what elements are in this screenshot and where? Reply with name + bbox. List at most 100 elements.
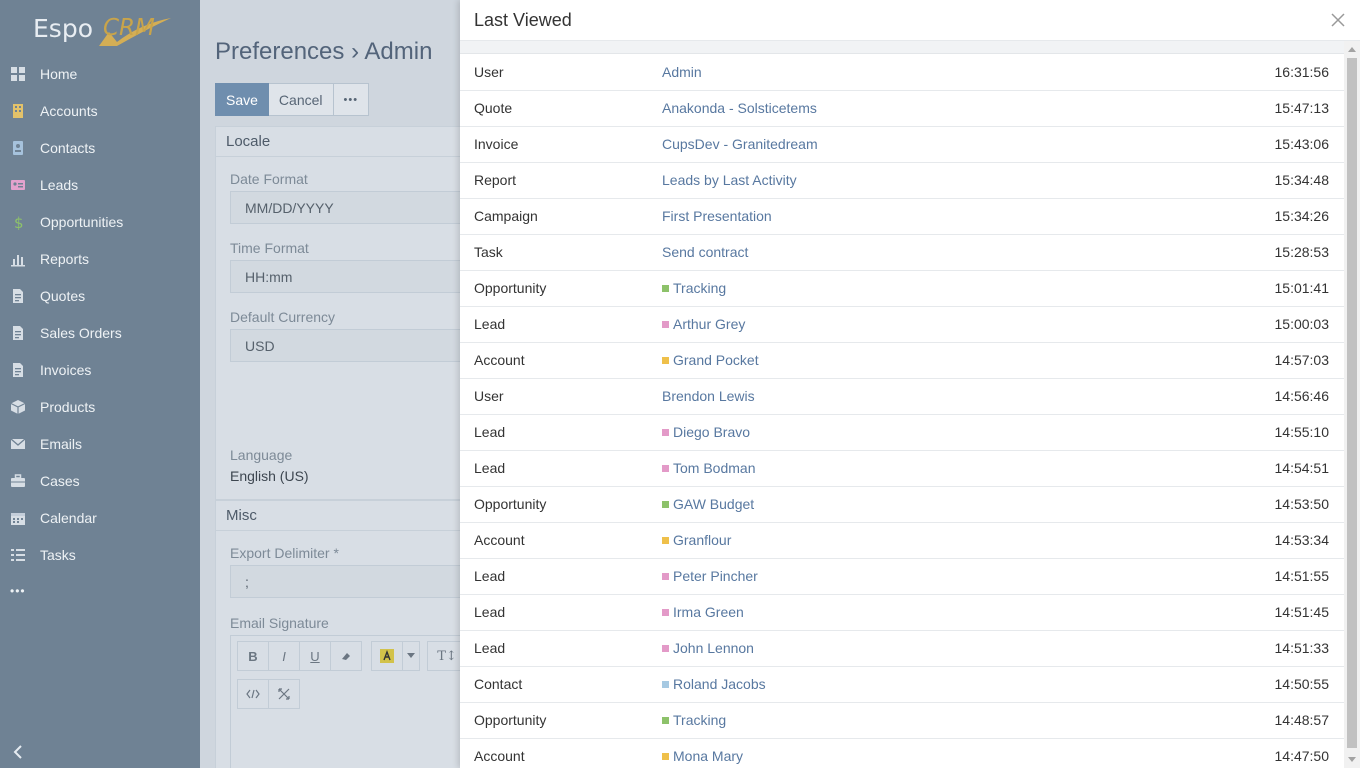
sidebar-item-tasks[interactable]: Tasks xyxy=(0,536,200,573)
list-item: Opportunity Tracking 15:01:41 xyxy=(460,271,1344,307)
list-item: Quote Anakonda - Solsticetems 15:47:13 xyxy=(460,91,1344,127)
color-square-icon xyxy=(662,536,669,544)
envelope-icon xyxy=(10,436,26,452)
record-name: Tracking xyxy=(673,712,727,728)
entity-type: Opportunity xyxy=(474,280,547,296)
modal-scrollbar[interactable] xyxy=(1344,41,1360,768)
viewed-time: 14:54:51 xyxy=(1274,460,1330,476)
viewed-time: 15:47:13 xyxy=(1274,100,1330,116)
scroll-up-arrow-icon[interactable] xyxy=(1348,47,1356,52)
entity-type: Account xyxy=(474,352,525,368)
record-link[interactable]: Brendon Lewis xyxy=(662,388,755,404)
close-icon[interactable] xyxy=(1330,12,1346,28)
record-link[interactable]: Mona Mary xyxy=(662,748,743,764)
record-name: Arthur Grey xyxy=(673,316,746,332)
list-item: Report Leads by Last Activity 15:34:48 xyxy=(460,163,1344,199)
save-button[interactable]: Save xyxy=(215,83,269,116)
caret-down-icon xyxy=(407,653,415,658)
sidebar-item-reports[interactable]: Reports xyxy=(0,240,200,277)
bold-button[interactable]: B xyxy=(237,641,269,671)
sidebar-item-home[interactable]: Home xyxy=(0,55,200,92)
espocrm-logo[interactable]: Espo CRM xyxy=(33,12,173,48)
record-name: Anakonda - Solsticetems xyxy=(662,100,817,116)
sidebar-item-leads[interactable]: Leads xyxy=(0,166,200,203)
bar-chart-icon xyxy=(10,251,26,267)
record-link[interactable]: Leads by Last Activity xyxy=(662,172,797,188)
scroll-thumb[interactable] xyxy=(1347,58,1357,748)
sidebar-item-label: Calendar xyxy=(40,509,97,526)
record-link[interactable]: Peter Pincher xyxy=(662,568,758,584)
record-link[interactable]: Grand Pocket xyxy=(662,352,759,368)
sidebar-item-sales-orders[interactable]: Sales Orders xyxy=(0,314,200,351)
record-link[interactable]: Granflour xyxy=(662,532,731,548)
record-link[interactable]: First Presentation xyxy=(662,208,772,224)
list-item: User Brendon Lewis 14:56:46 xyxy=(460,379,1344,415)
fullscreen-button[interactable] xyxy=(268,679,300,709)
entity-type: Lead xyxy=(474,316,506,332)
sidebar-item-emails[interactable]: Emails xyxy=(0,425,200,462)
eraser-button[interactable] xyxy=(330,641,362,671)
modal-header: Last Viewed xyxy=(460,0,1360,41)
cancel-button[interactable]: Cancel xyxy=(268,83,334,116)
color-square-icon xyxy=(662,716,669,724)
record-link[interactable]: John Lennon xyxy=(662,640,754,656)
underline-button[interactable]: U xyxy=(299,641,331,671)
svg-text:$: $ xyxy=(14,214,24,230)
sidebar-item-calendar[interactable]: Calendar xyxy=(0,499,200,536)
sidebar-item-label: Cases xyxy=(40,472,80,489)
logo-text-espo: Espo xyxy=(33,14,93,43)
currency-select[interactable]: USD xyxy=(230,329,470,362)
more-actions-button[interactable]: ••• xyxy=(333,83,370,116)
viewed-time: 14:51:55 xyxy=(1274,568,1330,584)
color-square-icon xyxy=(662,572,669,580)
record-link[interactable]: Diego Bravo xyxy=(662,424,750,440)
record-link[interactable]: Admin xyxy=(662,64,702,80)
record-link[interactable]: CupsDev - Granitedream xyxy=(662,136,818,152)
viewed-time: 14:47:50 xyxy=(1274,748,1330,764)
record-link[interactable]: Tracking xyxy=(662,280,726,296)
sidebar-item-invoices[interactable]: Invoices xyxy=(0,351,200,388)
sidebar-item-contacts[interactable]: Contacts xyxy=(0,129,200,166)
email-signature-editor[interactable]: B I U T↕ xyxy=(230,635,480,768)
color-square-icon xyxy=(662,608,669,616)
record-link[interactable]: GAW Budget xyxy=(662,496,754,512)
entity-type: User xyxy=(474,64,504,80)
sidebar-item-label: Sales Orders xyxy=(40,324,122,341)
export-delimiter-input[interactable]: ; xyxy=(230,565,470,598)
tasks-icon xyxy=(10,547,26,563)
logo-text-crm: CRM xyxy=(103,15,155,41)
sidebar-item-opportunities[interactable]: $ Opportunities xyxy=(0,203,200,240)
record-link[interactable]: Tom Bodman xyxy=(662,460,755,476)
record-link[interactable]: Send contract xyxy=(662,244,748,260)
action-buttons: Save Cancel ••• xyxy=(215,83,370,116)
sidebar-item-products[interactable]: Products xyxy=(0,388,200,425)
language-value[interactable]: English (US) xyxy=(230,468,309,484)
color-dropdown-button[interactable] xyxy=(402,641,420,671)
viewed-time: 14:51:33 xyxy=(1274,640,1330,656)
last-viewed-modal: Last Viewed User Admin 16:31:56 Quote Anakon… xyxy=(460,0,1360,768)
record-link[interactable]: Irma Green xyxy=(662,604,744,620)
record-link[interactable]: Arthur Grey xyxy=(662,316,745,332)
record-link[interactable]: Roland Jacobs xyxy=(662,676,766,692)
sidebar-item-label: Invoices xyxy=(40,361,92,378)
record-link[interactable]: Tracking xyxy=(662,712,726,728)
record-name: Tom Bodman xyxy=(673,460,756,476)
home-icon xyxy=(10,66,26,82)
date-format-select[interactable]: MM/DD/YYYY xyxy=(230,191,470,224)
sidebar-item-label: Tasks xyxy=(40,546,76,563)
code-view-button[interactable] xyxy=(237,679,269,709)
dollar-icon: $ xyxy=(10,214,26,230)
entity-type: Contact xyxy=(474,676,523,692)
text-color-button[interactable] xyxy=(371,641,403,671)
collapse-sidebar-icon[interactable] xyxy=(8,742,28,762)
sidebar-more-button[interactable]: ••• xyxy=(0,573,200,609)
sidebar-item-cases[interactable]: Cases xyxy=(0,462,200,499)
sidebar-item-quotes[interactable]: Quotes xyxy=(0,277,200,314)
page-title: Preferences › Admin xyxy=(215,38,433,65)
record-link[interactable]: Anakonda - Solsticetems xyxy=(662,100,817,116)
entity-type: Lead xyxy=(474,568,506,584)
italic-button[interactable]: I xyxy=(268,641,300,671)
sidebar-item-accounts[interactable]: Accounts xyxy=(0,92,200,129)
scroll-down-arrow-icon[interactable] xyxy=(1348,757,1356,762)
time-format-select[interactable]: HH:mm xyxy=(230,260,470,293)
